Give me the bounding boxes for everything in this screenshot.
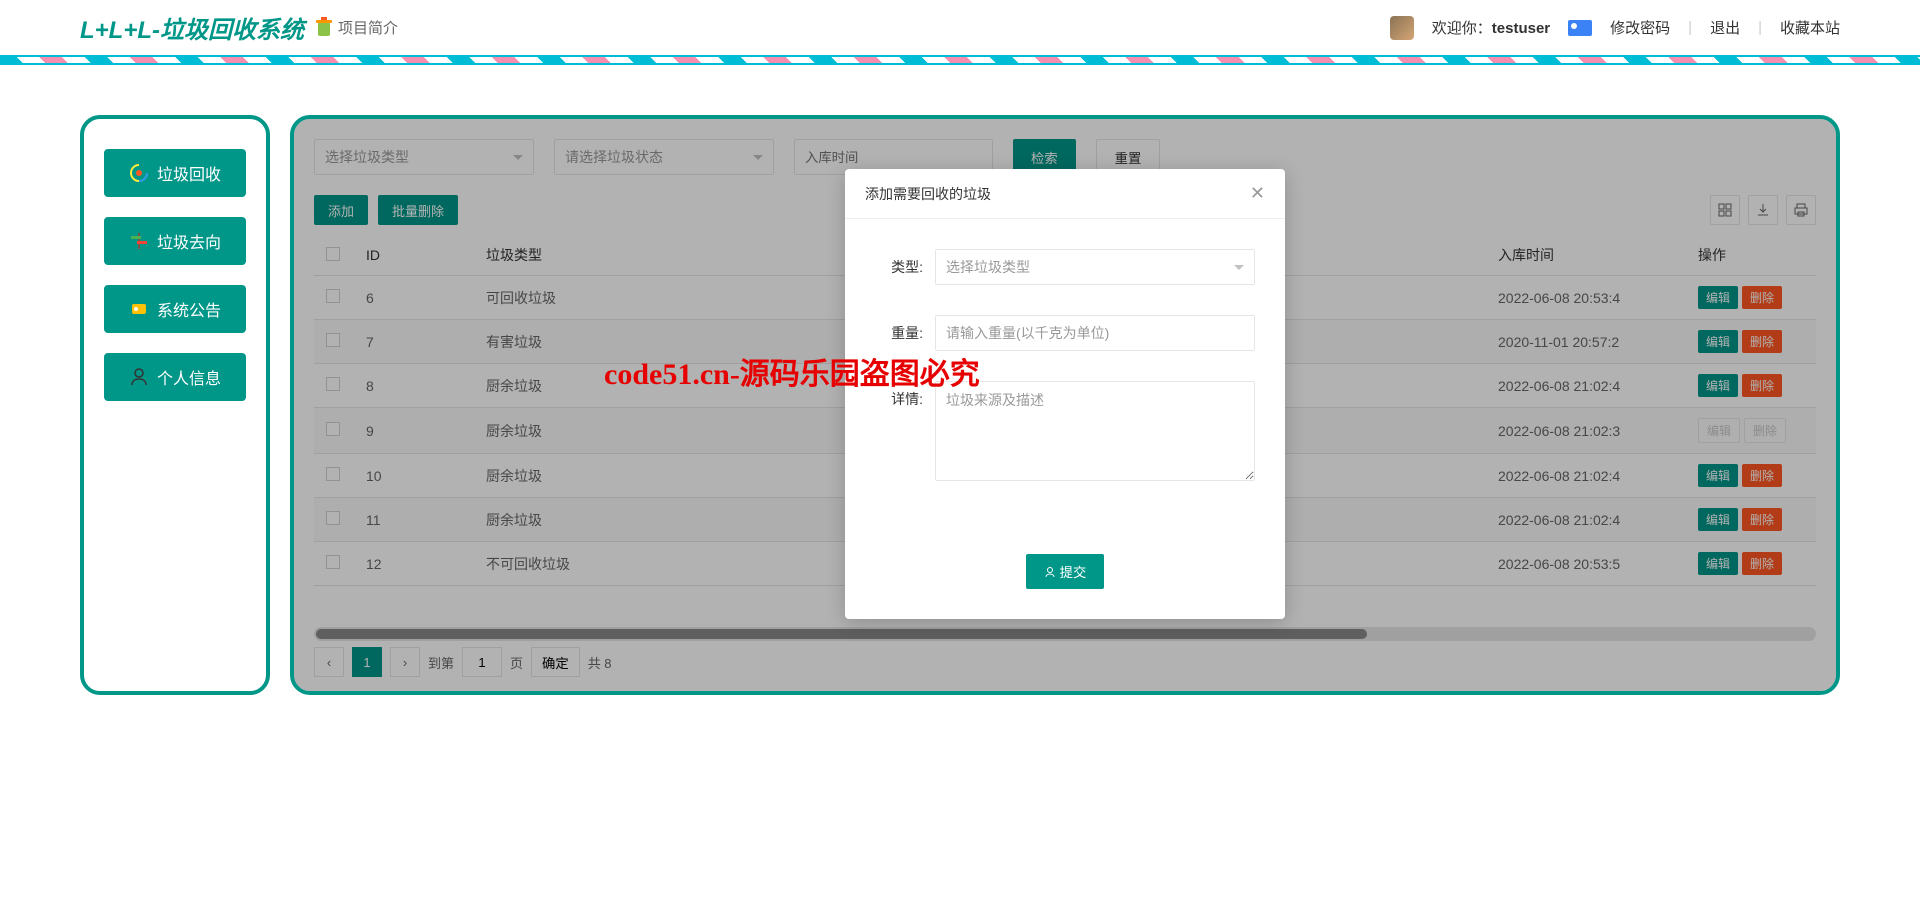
announce-icon [129,299,149,319]
person-icon [129,367,149,387]
cup-icon [314,16,334,40]
modal-footer: 提交 [845,534,1285,619]
weight-label: 重量: [875,315,935,343]
header-left: L+L+L-垃圾回收系统 项目简介 [80,10,398,45]
change-password-link[interactable]: 修改密码 [1610,17,1670,38]
sidebar-item-label: 垃圾去向 [157,229,221,253]
sidebar-item-label: 系统公告 [157,297,221,321]
modal-header: 添加需要回收的垃圾 ✕ [845,169,1285,219]
divider: | [1758,19,1762,36]
intro-label: 项目简介 [338,17,398,38]
sidebar-item-label: 个人信息 [157,365,221,389]
submit-button[interactable]: 提交 [1026,554,1105,589]
header: L+L+L-垃圾回收系统 项目简介 欢迎你：testuser 修改密码 | 退出… [0,0,1920,55]
direction-icon [129,231,149,251]
id-card-icon[interactable] [1568,20,1592,36]
modal-title: 添加需要回收的垃圾 [865,184,991,204]
username: testuser [1492,20,1550,37]
main-wrap: 垃圾回收 垃圾去向 系统公告 个人信息 选择垃圾类型 请选择垃圾状态 检索 重置… [0,65,1920,715]
avatar[interactable] [1390,16,1414,40]
type-label: 类型: [875,249,935,277]
modal-close-button[interactable]: ✕ [1250,183,1265,204]
detail-textarea[interactable] [935,381,1255,481]
person-icon [1044,566,1056,578]
welcome-text: 欢迎你：testuser [1432,17,1550,38]
add-modal: 添加需要回收的垃圾 ✕ 类型: 选择垃圾类型 重量: 详情: [845,169,1285,619]
sidebar-item-announce[interactable]: 系统公告 [104,285,246,333]
sidebar-item-recycle[interactable]: 垃圾回收 [104,149,246,197]
modal-body: 类型: 选择垃圾类型 重量: 详情: [845,219,1285,534]
type-select[interactable]: 选择垃圾类型 [935,249,1255,285]
detail-label: 详情: [875,381,935,409]
sidebar: 垃圾回收 垃圾去向 系统公告 个人信息 [80,115,270,695]
weight-input[interactable] [935,315,1255,351]
stripe-divider [0,55,1920,65]
content-panel: 选择垃圾类型 请选择垃圾状态 检索 重置 添加 批量删除 ID 垃圾类型 入库时… [290,115,1840,695]
recycle-icon [129,163,149,183]
header-right: 欢迎你：testuser 修改密码 | 退出 | 收藏本站 [1390,16,1840,40]
sidebar-item-direction[interactable]: 垃圾去向 [104,217,246,265]
sidebar-item-profile[interactable]: 个人信息 [104,353,246,401]
logo-text: L+L+L-垃圾回收系统 [80,10,304,45]
intro-link[interactable]: 项目简介 [314,16,398,40]
logout-link[interactable]: 退出 [1710,17,1740,38]
sidebar-item-label: 垃圾回收 [157,161,221,185]
favorite-link[interactable]: 收藏本站 [1780,17,1840,38]
divider: | [1688,19,1692,36]
